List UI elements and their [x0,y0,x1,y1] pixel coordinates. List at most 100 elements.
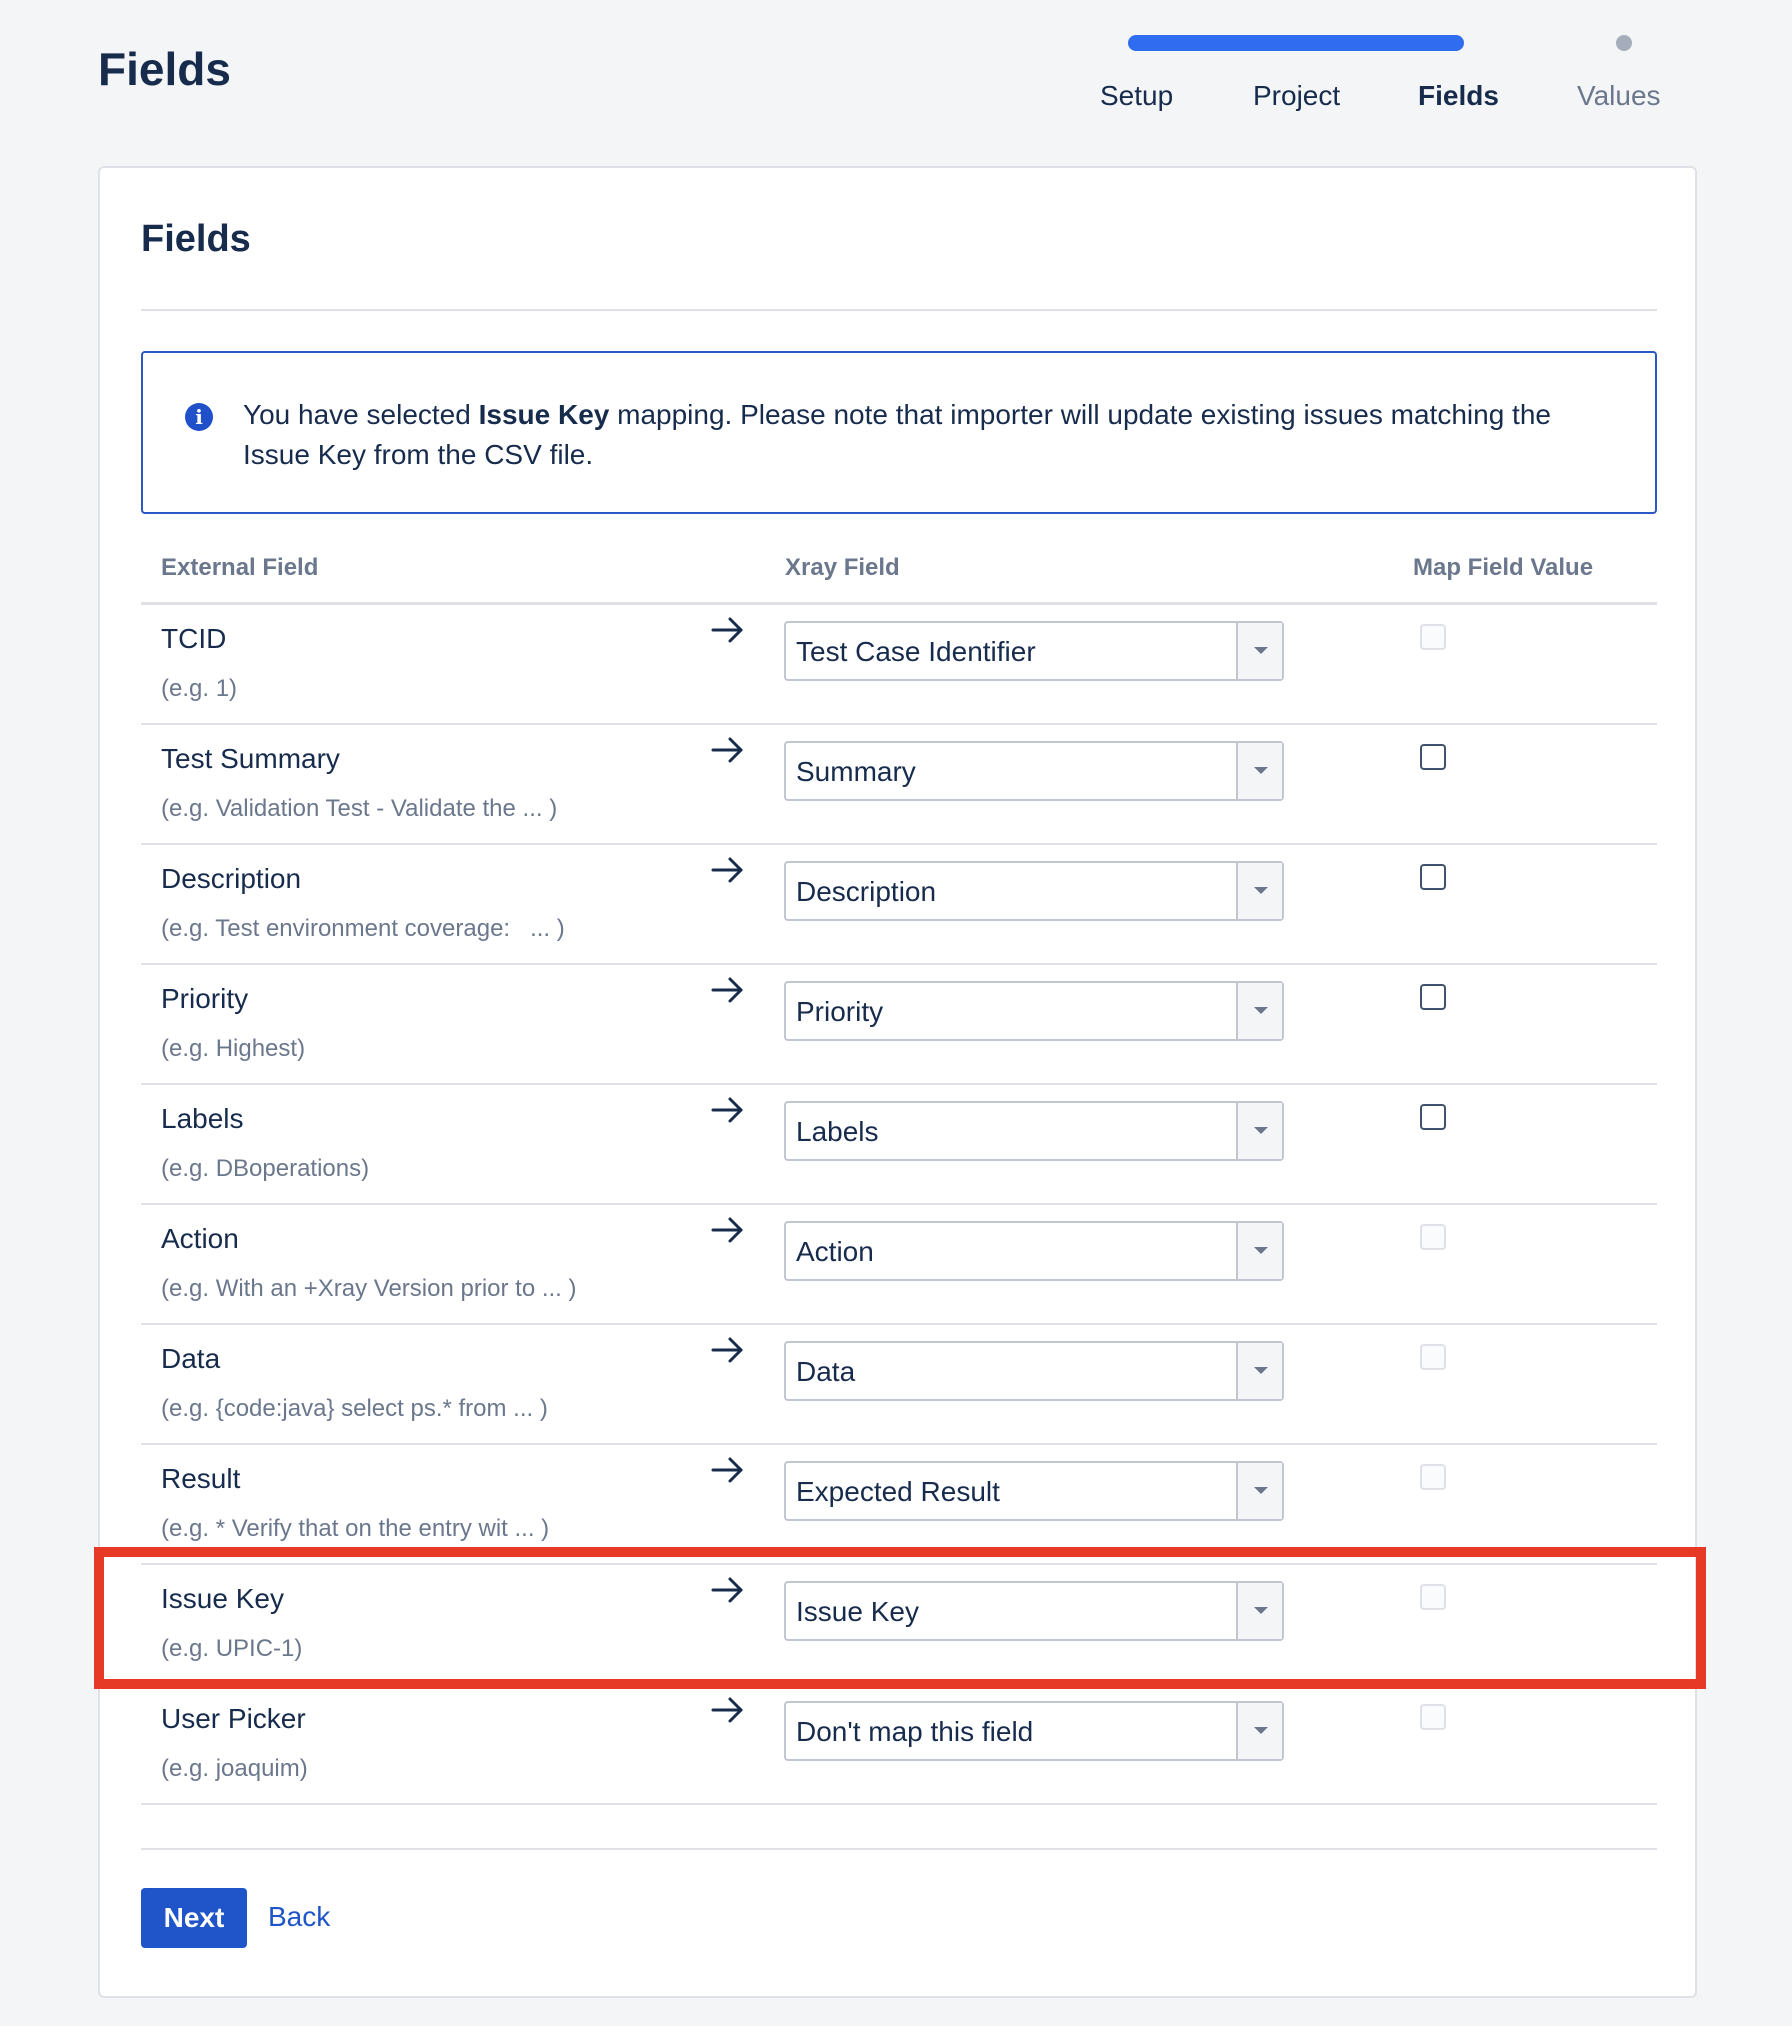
chevron-down-icon [1254,647,1268,654]
external-field-example: (e.g. Test environment coverage: ... ) [161,915,565,942]
external-field-name: Data [161,1343,221,1374]
chevron-down-icon [1254,1487,1268,1494]
external-field-example: (e.g. 1) [161,675,238,702]
dropdown-button[interactable] [1236,1703,1282,1759]
card-title: Fields [141,218,251,260]
chevron-down-icon [1254,1127,1268,1134]
dropdown-button[interactable] [1236,623,1282,679]
map-field-value-checkbox [1420,624,1446,650]
chevron-down-icon [1254,1247,1268,1254]
info-message: i You have selected Issue Key mapping. P… [141,351,1657,514]
xray-field-select[interactable]: Priority [784,981,1284,1041]
step-values: Values [1577,80,1661,111]
dropdown-button[interactable] [1236,1583,1282,1639]
xray-field-select[interactable]: Labels [784,1101,1284,1161]
chevron-down-icon [1254,767,1268,774]
map-field-value-checkbox [1420,1584,1446,1610]
info-text-bold: Issue Key [478,399,610,430]
dropdown-button[interactable] [1236,983,1282,1039]
xray-field-value: Action [796,1236,874,1267]
page-title: Fields [98,43,231,95]
arrow-right-icon [711,1337,743,1363]
dropdown-button[interactable] [1236,1463,1282,1519]
map-field-value-checkbox[interactable] [1420,984,1446,1010]
chevron-down-icon [1254,887,1268,894]
table-row: Description (e.g. Test environment cover… [141,845,1657,965]
xray-field-value: Labels [796,1116,879,1147]
chevron-down-icon [1254,1607,1268,1614]
map-field-value-checkbox [1420,1224,1446,1250]
table-row: Issue Key (e.g. UPIC-1) Issue Key [141,1565,1657,1685]
arrow-right-icon [711,1097,743,1123]
arrow-right-icon [711,737,743,763]
footer-divider [141,1848,1657,1850]
map-field-value-checkbox [1420,1344,1446,1370]
external-field-example: (e.g. DBoperations) [161,1155,370,1182]
table-row: Labels (e.g. DBoperations) Labels [141,1085,1657,1205]
xray-field-value: Expected Result [796,1476,1000,1507]
dropdown-button[interactable] [1236,1103,1282,1159]
xray-field-select[interactable]: Action [784,1221,1284,1281]
arrow-right-icon [711,977,743,1003]
xray-field-select[interactable]: Summary [784,741,1284,801]
xray-field-select[interactable]: Issue Key [784,1581,1284,1641]
map-field-value-checkbox[interactable] [1420,744,1446,770]
step-setup[interactable]: Setup [1100,80,1173,112]
info-icon: i [185,403,213,431]
external-field-name: Labels [161,1103,244,1134]
info-text: You have selected Issue Key mapping. Ple… [243,395,1623,475]
xray-field-value: Summary [796,756,916,787]
map-field-value-checkbox[interactable] [1420,1104,1446,1130]
table-row: User Picker (e.g. joaquim) Don't map thi… [141,1685,1657,1805]
external-field-example: (e.g. Highest) [161,1035,306,1062]
fields-card: Fields i You have selected Issue Key map… [98,166,1697,1998]
table-row: Data (e.g. {code:java} select ps.* from … [141,1325,1657,1445]
external-field-name: Test Summary [161,743,340,774]
arrow-right-icon [711,1577,743,1603]
progress-bar-fill [1128,35,1464,51]
progress-tracker: Setup Project Fields Values [1050,24,1690,124]
xray-field-value: Test Case Identifier [796,636,1036,667]
arrow-right-icon [711,1697,743,1723]
external-field-name: User Picker [161,1703,306,1734]
external-field-name: Action [161,1223,239,1254]
header-external-field: External Field [161,554,319,581]
back-button[interactable]: Back [268,1901,330,1933]
xray-field-select[interactable]: Expected Result [784,1461,1284,1521]
dropdown-button[interactable] [1236,743,1282,799]
xray-field-select[interactable]: Test Case Identifier [784,621,1284,681]
map-field-value-checkbox [1420,1464,1446,1490]
external-field-example: (e.g. Validation Test - Validate the ...… [161,795,558,822]
map-field-value-checkbox[interactable] [1420,864,1446,890]
map-field-value-checkbox [1420,1704,1446,1730]
table-row: Priority (e.g. Highest) Priority [141,965,1657,1085]
xray-field-value: Priority [796,996,884,1027]
arrow-right-icon [711,1217,743,1243]
step-fields: Fields [1418,80,1499,111]
divider [141,309,1657,311]
xray-field-select[interactable]: Don't map this field [784,1701,1284,1761]
xray-field-value: Description [796,876,937,907]
arrow-right-icon [711,857,743,883]
step-project[interactable]: Project [1253,80,1340,112]
header-map-field-value: Map Field Value [1413,554,1594,581]
table-row: Action (e.g. With an +Xray Version prior… [141,1205,1657,1325]
next-button[interactable]: Next [141,1888,247,1948]
table-row: Test Summary (e.g. Validation Test - Val… [141,725,1657,845]
xray-field-select[interactable]: Description [784,861,1284,921]
header-xray-field: Xray Field [785,554,900,581]
external-field-example: (e.g. * Verify that on the entry wit ...… [161,1515,550,1542]
chevron-down-icon [1254,1727,1268,1734]
external-field-example: (e.g. UPIC-1) [161,1635,303,1662]
table-row: TCID (e.g. 1) Test Case Identifier [141,605,1657,725]
dropdown-button[interactable] [1236,1343,1282,1399]
dropdown-button[interactable] [1236,1223,1282,1279]
external-field-name: Description [161,863,302,894]
xray-field-select[interactable]: Data [784,1341,1284,1401]
external-field-example: (e.g. {code:java} select ps.* from ... ) [161,1395,548,1422]
external-field-name: Result [161,1463,241,1494]
chevron-down-icon [1254,1007,1268,1014]
dropdown-button[interactable] [1236,863,1282,919]
info-text-prefix: You have selected [243,399,479,430]
xray-field-value: Issue Key [796,1596,919,1627]
